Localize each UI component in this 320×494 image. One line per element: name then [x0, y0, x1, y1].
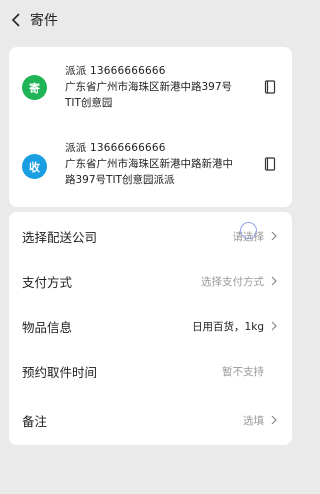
option-value: 选填 — [243, 414, 264, 427]
chevron-right-icon — [271, 415, 277, 425]
address-book-icon[interactable] — [264, 79, 278, 94]
option-label: 支付方式 — [22, 274, 73, 290]
option-label: 备注 — [22, 413, 48, 429]
option-payment-method[interactable]: 支付方式 选择支付方式 — [9, 259, 292, 303]
option-label: 预约取件时间 — [22, 364, 98, 380]
back-icon[interactable] — [2, 0, 30, 40]
sender-address[interactable]: 寄 派派 13666666666 广东省广州市海珠区新港中路397号 TIT创意… — [9, 63, 292, 123]
sender-address-text: 派派 13666666666 广东省广州市海珠区新港中路397号 TIT创意园 — [65, 63, 265, 111]
loading-icon — [240, 222, 257, 239]
option-pickup-time[interactable]: 预约取件时间 暂不支持 — [9, 349, 292, 393]
receiver-address-line: 广东省广州市海珠区新港中路新港中 — [65, 158, 233, 170]
address-card: 寄 派派 13666666666 广东省广州市海珠区新港中路397号 TIT创意… — [9, 47, 292, 207]
chevron-right-icon — [271, 321, 277, 331]
option-label: 物品信息 — [22, 319, 73, 335]
sender-badge: 寄 — [22, 75, 47, 100]
options-card: 选择配送公司 请选择 支付方式 选择支付方式 物品信息 日用百货，1kg 预约取… — [9, 212, 292, 445]
top-bar: 寄件 — [0, 0, 300, 40]
receiver-address[interactable]: 收 派派 13666666666 广东省广州市海珠区新港中路新港中 路397号T… — [9, 140, 292, 200]
receiver-badge: 收 — [22, 154, 47, 179]
receiver-name-phone: 派派 13666666666 — [65, 142, 166, 154]
address-book-icon[interactable] — [264, 156, 278, 171]
chevron-right-icon — [271, 231, 277, 241]
option-remarks[interactable]: 备注 选填 — [9, 398, 292, 442]
page-title: 寄件 — [30, 13, 58, 29]
option-item-info[interactable]: 物品信息 日用百货，1kg — [9, 304, 292, 348]
option-value: 选择支付方式 — [201, 275, 264, 288]
sender-name-phone: 派派 13666666666 — [65, 65, 166, 77]
sender-address-line: 广东省广州市海珠区新港中路397号 — [65, 81, 233, 93]
option-value: 日用百货，1kg — [192, 320, 264, 333]
chevron-right-icon — [271, 276, 277, 286]
sender-address-line: TIT创意园 — [65, 97, 113, 109]
option-value: 暂不支持 — [222, 365, 264, 378]
option-label: 选择配送公司 — [22, 229, 98, 245]
receiver-address-line: 路397号TIT创意园派派 — [65, 174, 175, 186]
receiver-address-text: 派派 13666666666 广东省广州市海珠区新港中路新港中 路397号TIT… — [65, 140, 265, 188]
